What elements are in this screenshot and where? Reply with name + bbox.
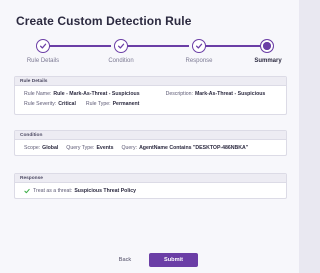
step-label-condition: Condition xyxy=(108,58,134,64)
rule-severity-value: Critical xyxy=(58,101,76,107)
response-header: Response xyxy=(15,174,286,183)
rule-type-label: Rule Type: xyxy=(85,101,111,107)
check-icon xyxy=(39,43,47,49)
condition-row: Scope: Global Query Type: Events Query: … xyxy=(15,143,286,153)
scope-label: Scope: xyxy=(24,145,41,151)
dialog-title: Create Custom Detection Rule xyxy=(16,14,192,28)
green-check-icon xyxy=(24,188,30,194)
rule-type-value: Permanent xyxy=(112,101,140,107)
stepper-connector xyxy=(44,45,111,47)
rule-details-header: Rule Details xyxy=(15,77,286,86)
rule-name-value: Rule - Mark-As-Threat - Suspicious xyxy=(53,91,140,97)
query-value: AgentName Contains "DESKTOP-486NBKA" xyxy=(139,145,249,151)
rule-details-panel: Rule Details Rule Name: Rule - Mark-As-T… xyxy=(14,76,287,115)
step-condition[interactable] xyxy=(114,39,128,53)
rule-details-row: Rule Name: Rule - Mark-As-Threat - Suspi… xyxy=(15,89,286,99)
description-label: Description: xyxy=(165,91,193,97)
query-type-label: Query Type: xyxy=(66,145,95,151)
wizard-stepper: Rule Details Condition Response Summary xyxy=(0,34,299,74)
rule-details-row: Rule Severity: Critical Rule Type: Perma… xyxy=(15,99,286,109)
treat-as-threat-label: Treat as a threat: xyxy=(33,188,73,194)
step-label-rule-details: Rule Details xyxy=(26,58,60,64)
step-rule-details[interactable] xyxy=(36,39,50,53)
query-type-value: Events xyxy=(96,145,114,151)
rule-name-label: Rule Name: xyxy=(24,91,52,97)
response-panel: Response Treat as a threat: Suspicious T… xyxy=(14,173,287,199)
back-button[interactable]: Back xyxy=(113,254,137,266)
description-value: Mark-As-Threat - Suspicious xyxy=(194,91,266,97)
response-row: Treat as a threat: Suspicious Threat Pol… xyxy=(15,186,286,196)
check-icon xyxy=(117,43,125,49)
stepper-connector xyxy=(201,45,261,47)
rule-severity-label: Rule Severity: xyxy=(24,101,57,107)
submit-button[interactable]: Submit xyxy=(149,253,198,267)
query-label: Query: xyxy=(121,145,138,151)
scope-value: Global xyxy=(42,145,59,151)
condition-header: Condition xyxy=(15,131,286,140)
step-response[interactable] xyxy=(192,39,206,53)
step-summary[interactable] xyxy=(260,39,274,53)
create-rule-dialog: Create Custom Detection Rule Rule Detail… xyxy=(0,0,299,273)
condition-panel: Condition Scope: Global Query Type: Even… xyxy=(14,130,287,156)
current-step-dot-icon xyxy=(263,42,271,50)
stepper-connector xyxy=(123,45,189,47)
step-label-response: Response xyxy=(185,58,213,64)
step-label-summary: Summary xyxy=(254,58,282,64)
check-icon xyxy=(195,43,203,49)
threat-policy-value: Suspicious Threat Policy xyxy=(74,188,137,194)
